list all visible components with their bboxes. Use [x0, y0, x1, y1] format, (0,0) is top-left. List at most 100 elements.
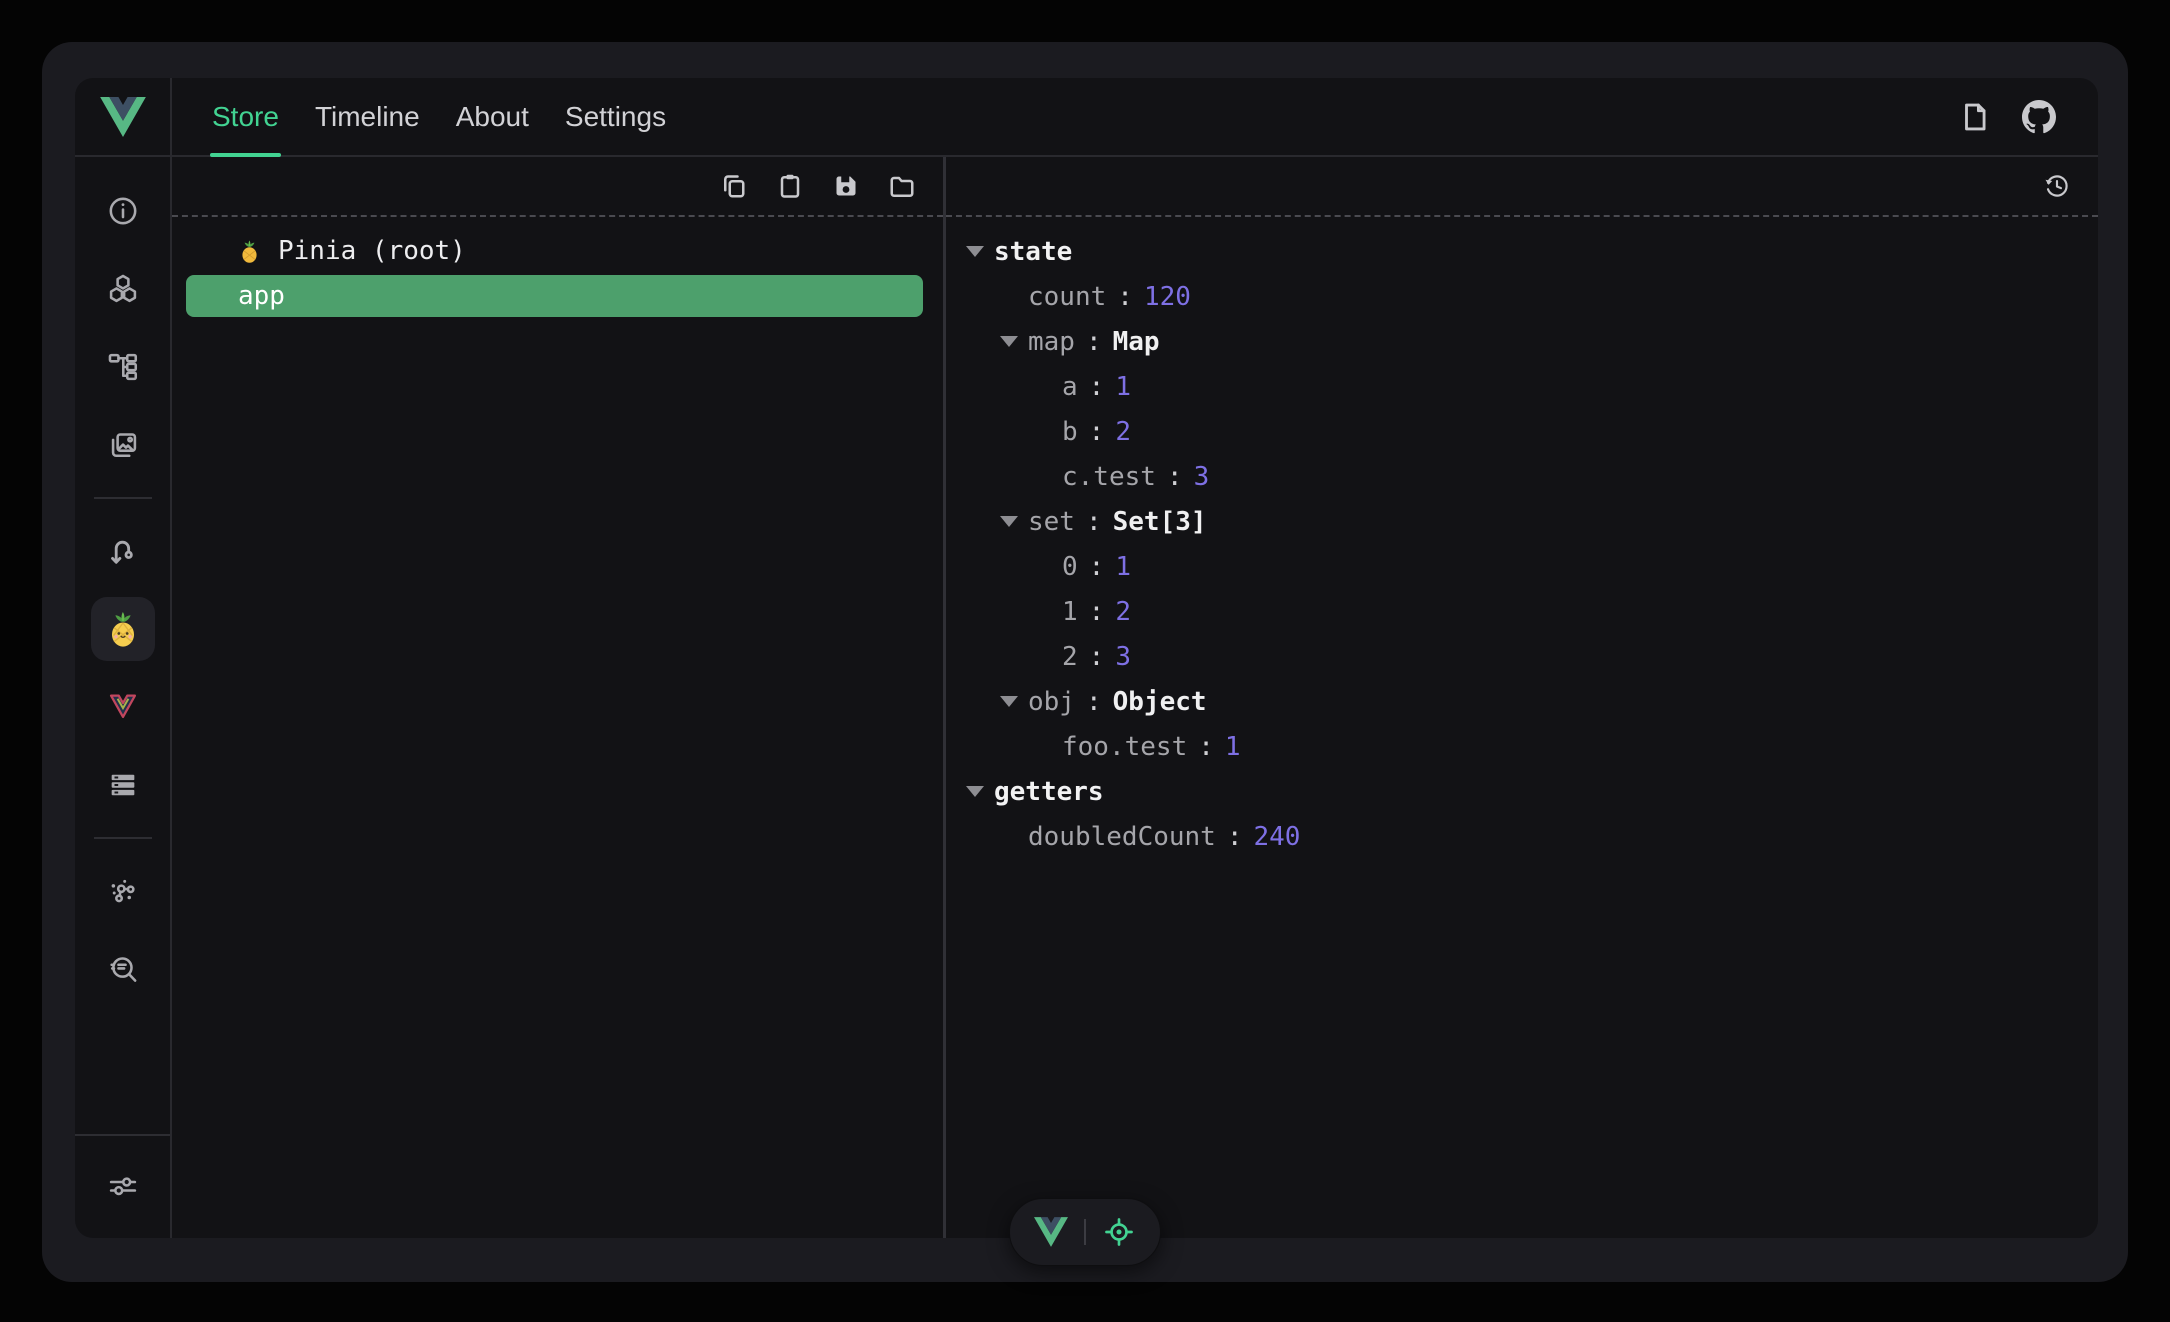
tab-about[interactable]: About [438, 78, 547, 155]
state-key: set [1028, 507, 1075, 537]
state-value: 2 [1115, 597, 1131, 627]
store-item[interactable]: app [186, 275, 923, 317]
pill-component-inspector-button[interactable] [1102, 1216, 1136, 1248]
github-icon [2022, 100, 2056, 134]
sidebar-divider [94, 837, 152, 839]
sidebar-item-inspector[interactable] [91, 937, 155, 1001]
sidebar-item-router[interactable] [91, 519, 155, 583]
key-value-separator: : [1086, 327, 1102, 357]
store-list-panel: Pinia (root) app [172, 157, 946, 1238]
tab-label: About [456, 101, 529, 133]
history-icon [2042, 171, 2072, 201]
copy-button[interactable] [719, 171, 749, 201]
folder-icon [887, 171, 917, 201]
tab-settings[interactable]: Settings [547, 78, 684, 155]
state-tree-row[interactable]: getters [946, 769, 2098, 814]
state-tree-row[interactable]: b:2 [946, 409, 2098, 454]
inspector-search-icon [106, 952, 140, 986]
key-value-separator: : [1167, 462, 1183, 492]
sidebar-item-components[interactable] [91, 257, 155, 321]
state-value: 120 [1144, 282, 1191, 312]
open-button[interactable] [887, 171, 917, 201]
state-key: map [1028, 327, 1075, 357]
sidebar-item-vue-plugin[interactable] [91, 675, 155, 739]
key-value-separator: : [1089, 372, 1105, 402]
store-tree: Pinia (root) app [172, 217, 943, 317]
state-tree-row[interactable]: obj:Object [946, 679, 2098, 724]
state-tree-row[interactable]: foo.test:1 [946, 724, 2098, 769]
state-value: Set[3] [1113, 507, 1207, 537]
sidebar-item-overview[interactable] [91, 179, 155, 243]
state-tree: statecount:120map:Mapa:1b:2c.test:3set:S… [946, 217, 2098, 859]
sidebar-item-pages[interactable] [91, 335, 155, 399]
state-tree-row[interactable]: 1:2 [946, 589, 2098, 634]
store-list-toolbar [172, 157, 943, 217]
collapse-caret-icon[interactable] [966, 246, 994, 257]
store-root-node[interactable]: Pinia (root) [172, 229, 943, 273]
devtools-window: Store Timeline About Settings Pinia (root) a… [75, 78, 2098, 1238]
state-key: foo.test [1062, 732, 1187, 762]
state-value: 1 [1225, 732, 1241, 762]
sidebar-item-graph[interactable] [91, 859, 155, 923]
state-key: 0 [1062, 552, 1078, 582]
save-button[interactable] [831, 171, 861, 201]
sidebar-item-list[interactable] [91, 753, 155, 817]
tab-timeline[interactable]: Timeline [297, 78, 438, 155]
header-action-docs[interactable] [1958, 100, 1992, 134]
sidebar-bottom-section [75, 1134, 170, 1238]
state-tree-row[interactable]: map: Map [946, 319, 2098, 364]
pineapple-icon [236, 238, 263, 265]
state-tree-row[interactable]: doubledCount:240 [946, 814, 2098, 859]
state-value: 1 [1115, 372, 1131, 402]
key-value-separator: : [1117, 282, 1133, 312]
collapse-caret-icon[interactable] [966, 786, 994, 797]
state-key: 1 [1062, 597, 1078, 627]
state-tree-row[interactable]: set:Set[3] [946, 499, 2098, 544]
state-value: 240 [1254, 822, 1301, 852]
state-key: b [1062, 417, 1078, 447]
sidebar-item-devtools-settings[interactable] [91, 1154, 155, 1218]
key-value-separator: : [1089, 552, 1105, 582]
state-tree-row[interactable]: c.test:3 [946, 454, 2098, 499]
vue-plugin-icon [106, 690, 140, 724]
pill-vue-home-button[interactable] [1034, 1216, 1068, 1248]
header-actions [1958, 78, 2056, 155]
list-icon [106, 768, 140, 802]
state-value: 2 [1115, 417, 1131, 447]
history-button[interactable] [2042, 171, 2072, 201]
hierarchy-icon [106, 350, 140, 384]
collapse-caret-icon[interactable] [1000, 336, 1028, 347]
tab-label: Timeline [315, 101, 420, 133]
pill-divider [1084, 1219, 1086, 1245]
collapse-caret-icon[interactable] [1000, 516, 1028, 527]
state-value: Map [1113, 327, 1160, 357]
collapse-caret-icon[interactable] [1000, 696, 1028, 707]
state-key: state [994, 237, 1072, 267]
state-tree-row[interactable]: a:1 [946, 364, 2098, 409]
state-value: 3 [1194, 462, 1210, 492]
paste-button[interactable] [775, 171, 805, 201]
header-action-github[interactable] [2022, 100, 2056, 134]
vue-logo [75, 78, 172, 157]
state-key: 2 [1062, 642, 1078, 672]
key-value-separator: : [1089, 642, 1105, 672]
state-tree-row[interactable]: count:120 [946, 274, 2098, 319]
state-tree-row[interactable]: 0:1 [946, 544, 2098, 589]
state-value: Object [1113, 687, 1207, 717]
tab-store[interactable]: Store [194, 78, 297, 155]
state-value: 1 [1115, 552, 1131, 582]
sidebar [75, 157, 172, 1238]
state-key: a [1062, 372, 1078, 402]
state-tree-row[interactable]: state [946, 229, 2098, 274]
components-icon [106, 272, 140, 306]
store-item-label: app [238, 281, 285, 311]
key-value-separator: : [1198, 732, 1214, 762]
store-state-toolbar [946, 157, 2098, 217]
pinia-pineapple-icon [102, 608, 144, 650]
assets-icon [106, 428, 140, 462]
state-tree-row[interactable]: 2:3 [946, 634, 2098, 679]
state-key: doubledCount [1028, 822, 1216, 852]
sidebar-item-pinia[interactable] [91, 597, 155, 661]
sidebar-item-assets[interactable] [91, 413, 155, 477]
save-icon [831, 171, 861, 201]
